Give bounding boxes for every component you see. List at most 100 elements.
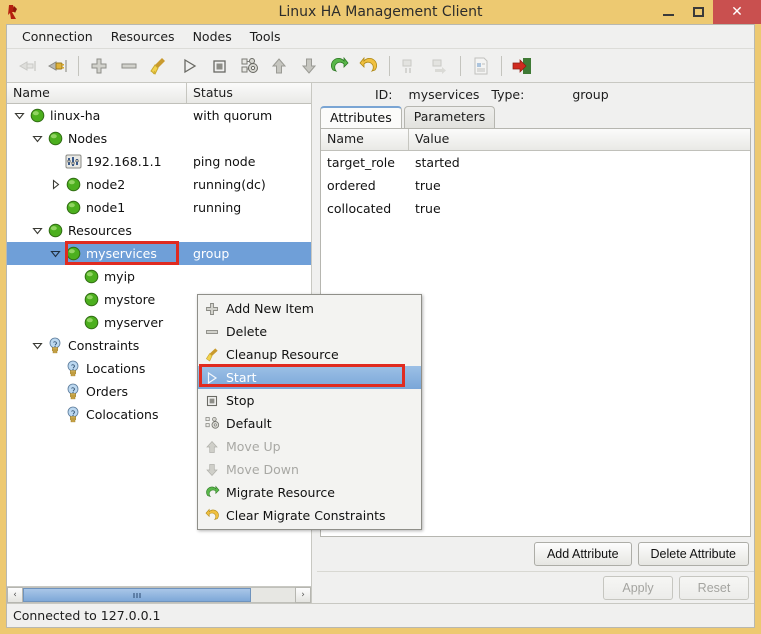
detail-tabstrip: Attributes Parameters <box>317 105 754 128</box>
add-attribute-button[interactable]: Add Attribute <box>533 542 632 566</box>
minimize-button[interactable] <box>653 0 683 24</box>
tree-item-label: Nodes <box>68 131 108 146</box>
menu-bar: Connection Resources Nodes Tools <box>7 25 754 49</box>
gears-icon <box>202 416 222 431</box>
attribute-action-buttons: Add Attribute Delete Attribute <box>317 537 754 571</box>
tree-item-status: running <box>193 200 242 215</box>
context-menu-item-start[interactable]: Start <box>198 366 421 389</box>
attribute-row[interactable]: target_role started <box>321 151 750 174</box>
context-menu-item-delete[interactable]: Delete <box>198 320 421 343</box>
tree-header-status[interactable]: Status <box>187 83 311 103</box>
lightbulb-icon <box>63 406 83 423</box>
green-ball-icon <box>63 200 83 215</box>
tree-item-label: Colocations <box>86 407 159 422</box>
move-down-icon[interactable] <box>294 52 324 80</box>
client-area: Connection Resources Nodes Tools Name St… <box>6 24 755 628</box>
attribute-row[interactable]: ordered true <box>321 174 750 197</box>
tree-column-headers: Name Status <box>7 83 311 104</box>
tree-item-label: myservices <box>86 246 157 261</box>
quit-exit-icon[interactable] <box>507 52 537 80</box>
context-menu-item-add-new-item[interactable]: Add New Item <box>198 297 421 320</box>
tree-header-name[interactable]: Name <box>7 83 187 103</box>
expand-twisty-icon[interactable] <box>47 248 63 259</box>
broom-icon <box>202 347 222 362</box>
lightbulb-icon <box>45 337 65 354</box>
delete-attribute-button[interactable]: Delete Attribute <box>637 542 749 566</box>
tree-row[interactable]: node2 running(dc) <box>7 173 311 196</box>
menu-tools[interactable]: Tools <box>241 26 290 47</box>
scrollbar-thumb[interactable] <box>23 588 252 602</box>
tree-row[interactable]: linux-ha with quorum <box>7 104 311 127</box>
tree-item-label: Locations <box>86 361 146 376</box>
activate-icon[interactable] <box>425 52 455 80</box>
remove-icon[interactable] <box>114 52 144 80</box>
migrate-green-arrow-icon <box>202 485 222 500</box>
menu-connection[interactable]: Connection <box>13 26 102 47</box>
tree-row[interactable]: 192.168.1.1 ping node <box>7 150 311 173</box>
attribute-row[interactable]: collocated true <box>321 197 750 220</box>
toolbar-separator <box>389 55 390 76</box>
tree-item-label: linux-ha <box>50 108 101 123</box>
id-value: myservices <box>408 86 480 102</box>
clear-migrate-constraints-icon[interactable] <box>354 52 384 80</box>
add-icon[interactable] <box>84 52 114 80</box>
context-menu-item-stop[interactable]: Stop <box>198 389 421 412</box>
context-menu-label: Default <box>226 416 272 431</box>
green-ball-icon <box>27 108 47 123</box>
standby-icon[interactable] <box>395 52 425 80</box>
undo-yellow-arrow-icon <box>202 508 222 523</box>
context-menu-item-default[interactable]: Default <box>198 412 421 435</box>
tree-item-label: myip <box>104 269 135 284</box>
context-menu-label: Move Up <box>226 439 281 454</box>
move-up-icon[interactable] <box>264 52 294 80</box>
expand-twisty-icon[interactable] <box>29 133 45 144</box>
cleanup-broom-icon[interactable] <box>144 52 174 80</box>
migrate-resource-icon[interactable] <box>324 52 354 80</box>
attr-header-name[interactable]: Name <box>321 129 409 150</box>
stop-square-icon[interactable] <box>204 52 234 80</box>
tree-row[interactable]: node1 running <box>7 196 311 219</box>
attr-header-value[interactable]: Value <box>409 129 750 150</box>
tree-horizontal-scrollbar[interactable]: ‹ › <box>7 586 311 603</box>
tree-row[interactable]: Nodes <box>7 127 311 150</box>
menu-resources[interactable]: Resources <box>102 26 184 47</box>
tree-item-label: node2 <box>86 177 126 192</box>
default-gears-icon[interactable] <box>234 52 264 80</box>
attribute-value[interactable]: started <box>409 151 750 174</box>
scroll-right-arrow-icon[interactable]: › <box>295 587 311 603</box>
context-menu-item-cleanup-resource[interactable]: Cleanup Resource <box>198 343 421 366</box>
scrollbar-track[interactable] <box>23 587 295 603</box>
disconnect-icon[interactable] <box>43 52 73 80</box>
scroll-left-arrow-icon[interactable]: ‹ <box>7 587 23 603</box>
expand-twisty-icon[interactable] <box>29 225 45 236</box>
tree-row[interactable]: myip <box>7 265 311 288</box>
expand-twisty-icon[interactable] <box>11 110 27 121</box>
green-ball-icon <box>63 177 83 192</box>
green-ball-icon <box>81 269 101 284</box>
close-button[interactable]: ✕ <box>713 0 761 24</box>
connect-icon[interactable] <box>13 52 43 80</box>
document-icon[interactable] <box>466 52 496 80</box>
reset-button[interactable]: Reset <box>679 575 749 600</box>
context-menu-item-migrate-resource[interactable]: Migrate Resource <box>198 481 421 504</box>
context-menu-item-clear-migrate-constraints[interactable]: Clear Migrate Constraints <box>198 504 421 527</box>
tree-item-status: ping node <box>193 154 256 169</box>
attribute-value[interactable]: true <box>409 197 750 220</box>
maximize-button[interactable] <box>683 0 713 24</box>
context-menu-label: Stop <box>226 393 255 408</box>
green-ball-icon <box>81 315 101 330</box>
tab-attributes[interactable]: Attributes <box>320 106 402 128</box>
tree-row-myservices[interactable]: myservices group <box>7 242 311 265</box>
resource-context-menu[interactable]: Add New Item Delete Cleanup Resource Sta… <box>197 294 422 530</box>
tab-parameters[interactable]: Parameters <box>403 106 496 128</box>
attribute-value[interactable]: true <box>409 174 750 197</box>
tree-item-status: running(dc) <box>193 177 266 192</box>
expand-twisty-icon[interactable] <box>29 340 45 351</box>
title-bar: Linux HA Management Client ✕ <box>0 0 761 24</box>
apply-button[interactable]: Apply <box>603 575 673 600</box>
collapse-twisty-icon[interactable] <box>47 179 63 190</box>
type-value: group <box>572 86 609 102</box>
menu-nodes[interactable]: Nodes <box>184 26 241 47</box>
start-play-icon[interactable] <box>174 52 204 80</box>
tree-row[interactable]: Resources <box>7 219 311 242</box>
